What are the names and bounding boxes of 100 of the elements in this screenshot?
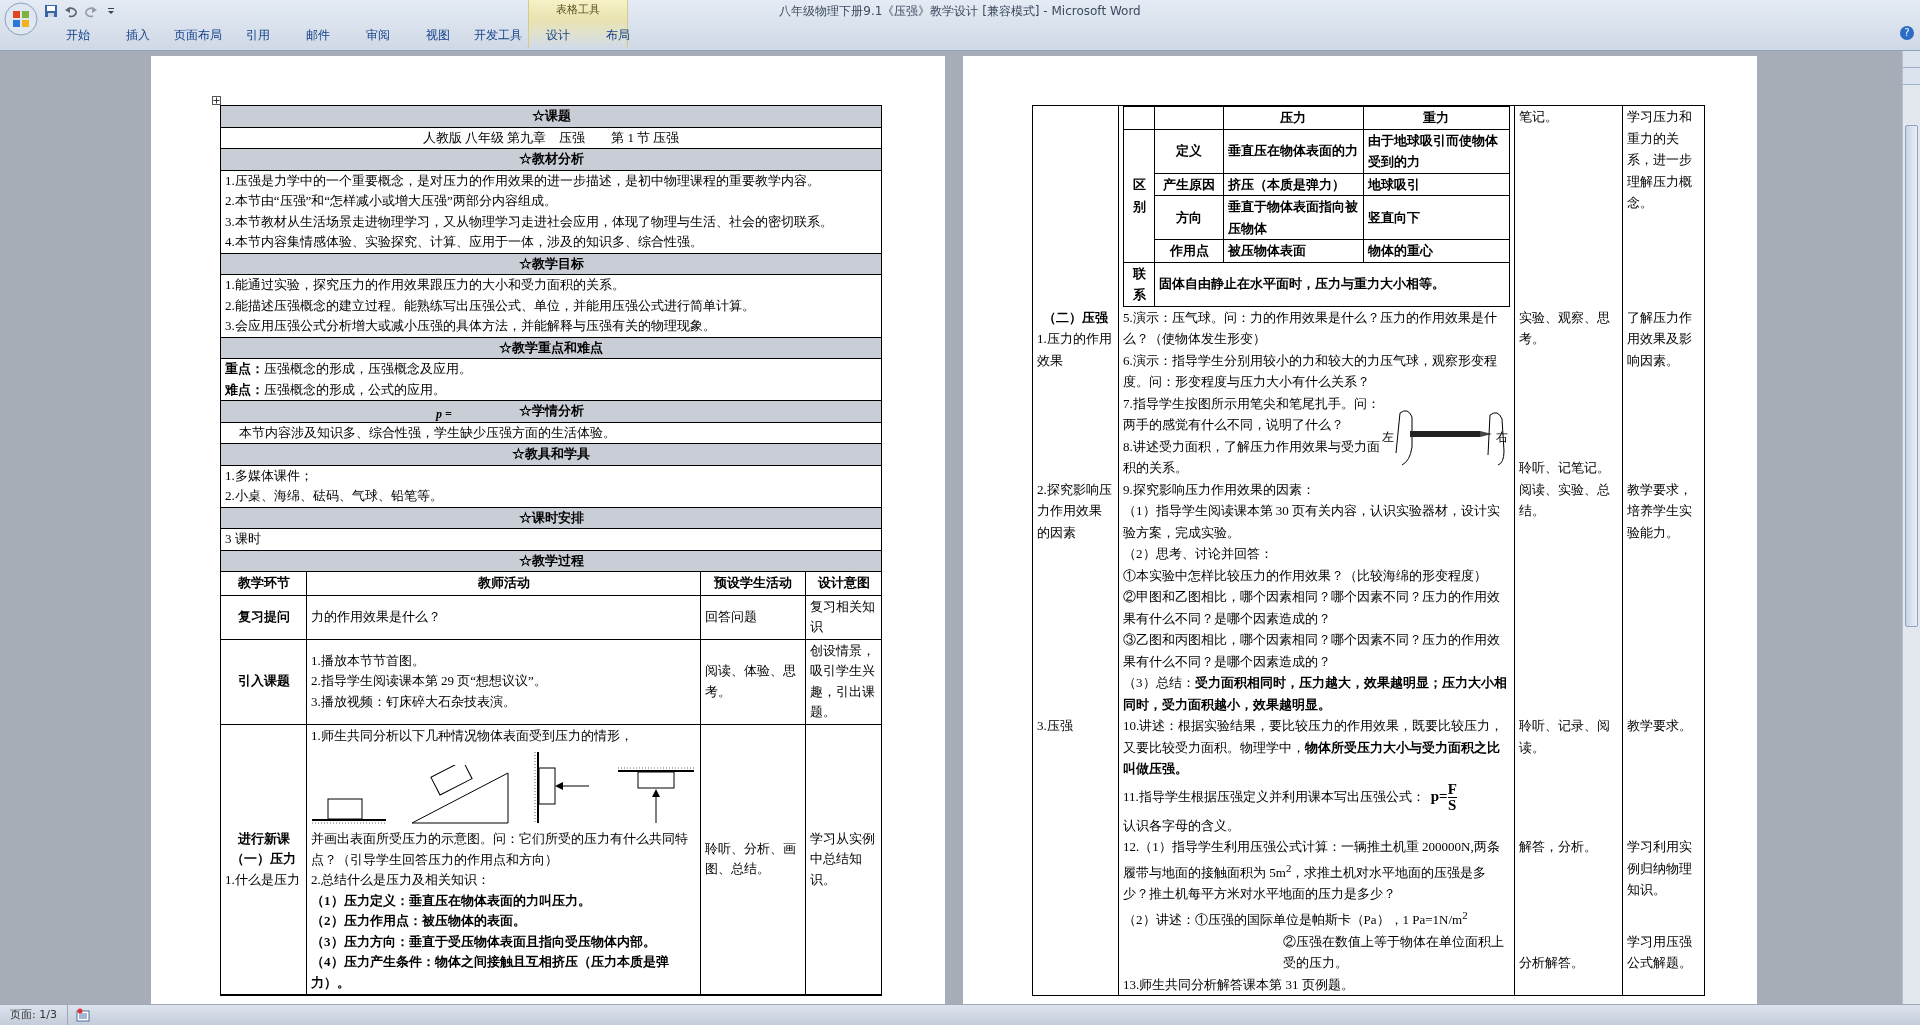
ribbon-tab[interactable]: 引用 xyxy=(228,24,288,46)
design-intent: 了解压力作用效果及影响因素。 xyxy=(1627,308,1693,370)
design-intent: 学习用压强公式解题。 xyxy=(1627,932,1693,973)
student-activity: 分析解答。 xyxy=(1519,954,1585,973)
paragraph: （2）思考、讨论并回答： xyxy=(1123,545,1274,563)
table-move-handle-icon[interactable] xyxy=(212,96,221,105)
save-icon[interactable] xyxy=(44,4,58,18)
paragraph: 认识各字母的含义。 xyxy=(1123,816,1241,835)
table-cell: 作用点 xyxy=(1154,239,1224,262)
table-cell: 固体自由静止在水平面时，压力与重力大小相等。 xyxy=(1154,262,1510,306)
ribbon-tab[interactable]: 布局 xyxy=(588,24,648,46)
student-activity: 阅读、体验、思考。 xyxy=(705,662,797,701)
paragraph: 力的作用效果是什么？ xyxy=(311,607,442,626)
design-intent: 教学要求，培养学生实验能力。 xyxy=(1627,480,1693,542)
paragraph: 4.本节内容集情感体验、实验探究、计算、应用于一体，涉及的知识多、综合性强。 xyxy=(225,233,704,251)
direction-label: 右 xyxy=(1496,429,1508,444)
table-cell: 地球吸引 xyxy=(1363,173,1510,196)
table-cell: 压力 xyxy=(1223,106,1364,129)
paragraph: 并画出表面所受压力的示意图。问：它们所受的压力有什么共同特点？（引导学生回答压力的作用点和方向） xyxy=(311,830,689,869)
stage-item: 2.探究影响压力作用效果的因素 xyxy=(1037,480,1113,542)
ribbon-tab[interactable]: 邮件 xyxy=(288,24,348,46)
stage-heading: 进行新课 xyxy=(236,829,291,848)
section-heading: ☆课时安排 xyxy=(518,509,584,525)
paragraph: 2.能描述压强概念的建立过程。能熟练写出压强公式、单位，并能用压强公式进行简单计算。 xyxy=(225,296,756,315)
ribbon-tab[interactable]: 页面布局 xyxy=(168,24,228,46)
design-intent: 创设情景，吸引学生兴趣，引出课题。 xyxy=(810,641,876,721)
paragraph: 3.播放视频：钉床碎大石杂技表演。 xyxy=(311,692,517,711)
section-heading: ☆教学过程 xyxy=(221,550,881,572)
document-icon[interactable] xyxy=(75,1008,90,1022)
student-activity: 聆听、分析、画图、总结。 xyxy=(705,839,797,879)
column-header: 教师活动 xyxy=(307,572,701,596)
paragraph: （2）讲述：①压强的国际单位是帕斯卡（Pa），1 Pa=1N/m$^{2}$ xyxy=(1123,907,1469,930)
paragraph: （3）压力方向：垂直于受压物体表面且指向受压物体内部。 xyxy=(311,932,657,951)
paragraph: 1.能通过实验，探究压力的作用效果跟压力的大小和受力面积的关系。 xyxy=(225,276,626,294)
section-heading: ☆教学重点和难点 xyxy=(499,339,603,355)
student-activity: 实验、观察、思考。 xyxy=(1519,308,1611,348)
design-intent: 学习压力和重力的关系，进一步理解压力概念。 xyxy=(1627,108,1693,212)
stage-heading: （二）压强 xyxy=(1042,308,1109,327)
paragraph: ③乙图和丙图相比，哪个因素相同？哪个因素不同？压力的作用效果有什么不同？是哪个因素造成的？ xyxy=(1123,631,1501,671)
student-activity: 笔记。 xyxy=(1519,108,1559,126)
paragraph: （3）总结：受力面积相同时，压力越大，效果越明显；压力大小相同时，受力面积越小，效果越明显。 xyxy=(1123,674,1508,714)
table-cell: 垂直压在物体表面的力 xyxy=(1223,129,1364,173)
student-activity: 聆听、记笔记。 xyxy=(1519,459,1611,477)
student-activity: 阅读、实验、总结。 xyxy=(1519,480,1611,520)
paragraph: 重点：压强概念的形成，压强概念及应用。 xyxy=(225,360,473,378)
undo-icon[interactable] xyxy=(64,4,78,18)
design-intent: 复习相关知识 xyxy=(810,597,876,636)
ribbon-tab[interactable]: 设计 xyxy=(528,24,588,46)
paragraph: 2.指导学生阅读课本第 29 页“想想议议”。 xyxy=(311,672,548,691)
paragraph: 6.演示：指导学生分别用较小的力和较大的力压气球，观察形变程度。问：形变程度与压力大小有什么关系？ xyxy=(1123,351,1498,391)
paragraph: （1）压力定义：垂直压在物体表面的力叫压力。 xyxy=(311,891,592,910)
paragraph: 2.小桌、海绵、砝码、气球、铅笔等。 xyxy=(225,487,444,505)
table-cell: 方向 xyxy=(1154,195,1224,240)
ribbon-tab[interactable]: 视图 xyxy=(408,24,468,46)
table-cell: 联系 xyxy=(1123,262,1155,306)
stage-item: 1.什么是压力 xyxy=(225,870,301,889)
stage-heading: 引入课题 xyxy=(236,672,291,691)
paragraph: 1.多媒体课件； xyxy=(225,466,314,485)
paragraph: 12.（1）指导学生利用压强公式计算：一辆推土机重 200000N,两条履带与地面的接触面积为 5m$^{2}$，求推土机对水平地面的压强是多少？推土机每平方米对水平地面的压力是多少？ xyxy=(1123,838,1501,904)
paragraph: 10.讲述：根据实验结果，要比较压力的作用效果，既要比较压力，又要比较受力面积。物理学中，物体所受压力大小与受力面积之比叫做压强。 xyxy=(1123,717,1505,778)
paragraph: 难点：压强概念的形成，公式的应用。 xyxy=(225,380,447,399)
paragraph: 1.压强是力学中的一个重要概念，是对压力的作用效果的进一步描述，是初中物理课程的重要教学内容。 xyxy=(225,171,821,190)
table-cell: 由于地球吸引而使物体受到的力 xyxy=(1363,129,1510,173)
paragraph: （4）压力产生条件：物体之间接触且互相挤压（压力本质是弹力）。 xyxy=(311,953,670,992)
page-indicator: 页面: 1/3 xyxy=(0,1005,68,1025)
table-cell: 重力 xyxy=(1363,106,1510,129)
paragraph: 人教版 八年级 第九章 压强 第 1 节 压强 xyxy=(421,128,681,147)
stage-item: 3.压强 xyxy=(1037,717,1074,735)
student-activity: 解答，分析。 xyxy=(1519,838,1598,856)
office-button[interactable] xyxy=(4,2,38,36)
table-cell: 区别 xyxy=(1123,129,1155,262)
table-cell: 垂直于物体表面指向被压物体 xyxy=(1223,195,1364,240)
paragraph: 11.指导学生根据压强定义并利用课本写出压强公式： xyxy=(1123,788,1425,807)
window-title: 八年级物理下册9.1《压强》教学设计 [兼容模式] - Microsoft Word xyxy=(779,4,1141,18)
ribbon-tab[interactable]: 插入 xyxy=(108,24,168,46)
paragraph: 本节内容涉及知识多、综合性强，学生缺少压强方面的生活体验。 xyxy=(239,423,617,442)
table-cell: 定义 xyxy=(1154,129,1224,173)
student-activity: 聆听、记录、阅读。 xyxy=(1519,717,1611,757)
paragraph: ②压强在数值上等于物体在单位面积上受的压力。 xyxy=(1282,932,1505,973)
stage-heading: 复习提问 xyxy=(236,607,291,626)
ribbon-tab[interactable]: 审阅 xyxy=(348,24,408,46)
formula-fragment: p = xyxy=(436,406,452,423)
scrollbar[interactable] xyxy=(1902,51,1920,1004)
paragraph: 7.指导学生按图所示用笔尖和笔尾扎手。问：两手的感觉有什么不同，说明了什么？ xyxy=(1123,394,1380,434)
help-button[interactable]: ? xyxy=(1900,26,1914,40)
design-intent: 学习从实例中总结知识。 xyxy=(810,829,876,889)
ribbon-tab[interactable]: 开始 xyxy=(48,24,108,46)
ribbon-tab[interactable]: 开发工具 xyxy=(468,24,528,46)
paragraph: 9.探究影响压力作用效果的因素： xyxy=(1123,480,1316,499)
section-heading: ☆教材分析 xyxy=(518,151,584,166)
paragraph: 5.演示：压气球。问：力的作用效果是什么？压力的作用效果是什么？（使物体发生形变） xyxy=(1123,308,1498,348)
paragraph: 1.播放本节节首图。 xyxy=(311,651,426,670)
section-heading: ☆学情分析 xyxy=(518,403,584,418)
stage-heading: （一）压力 xyxy=(230,850,297,868)
table-cell: 被压物体表面 xyxy=(1223,239,1364,262)
paragraph: 3.会应用压强公式分析增大或减小压强的具体方法，并能解释与压强有关的物理现象。 xyxy=(225,317,717,335)
paragraph: 2.总结什么是压力及相关知识： xyxy=(311,871,491,889)
paragraph: 3.本节教材从生活场景走进物理学习，又从物理学习走进社会应用，体现了物理与生活、社会的密切联系。 xyxy=(225,212,834,231)
section-heading: ☆课题 xyxy=(531,108,571,123)
design-intent: 教学要求。 xyxy=(1627,717,1693,735)
